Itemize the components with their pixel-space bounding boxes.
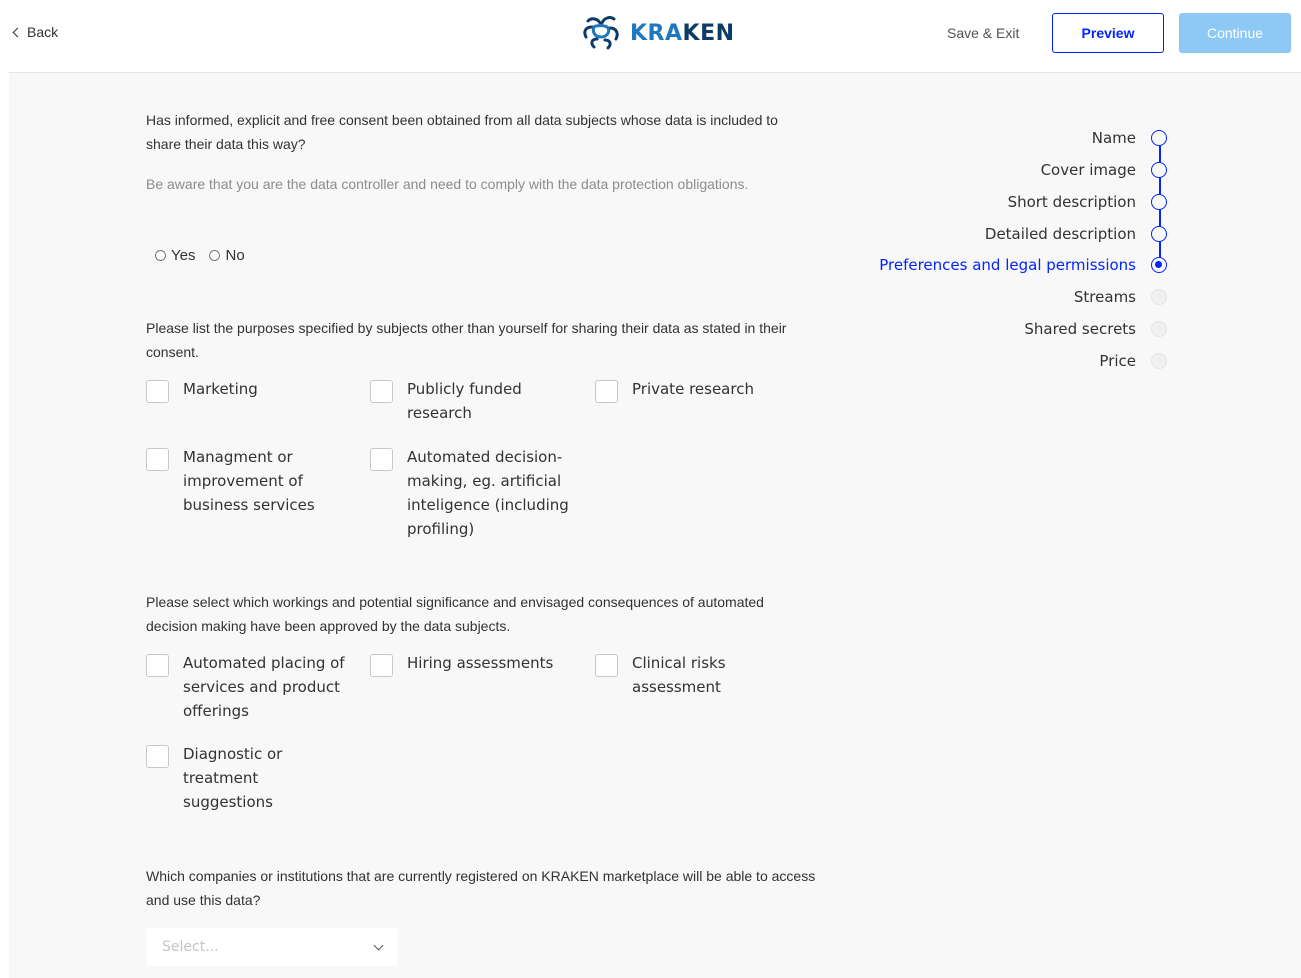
checkbox-marketing[interactable]: Marketing — [146, 380, 346, 403]
back-button[interactable]: Back — [12, 24, 59, 40]
radio-circle-icon — [155, 250, 166, 261]
checkbox-label: Publicly funded research — [407, 380, 522, 422]
checkbox-label: Automated decision-making, eg. artificia… — [407, 448, 569, 538]
step-pending-icon — [1151, 353, 1167, 369]
checkbox-box — [370, 380, 393, 403]
checkbox-hiring-assessments[interactable]: Hiring assessments — [370, 654, 585, 677]
step-active-icon — [1151, 257, 1167, 273]
automated-question: Please select which workings and potenti… — [146, 594, 764, 634]
save-exit-link[interactable]: Save & Exit — [947, 25, 1019, 41]
radio-yes-label: Yes — [171, 247, 196, 264]
kraken-logo: KRAKEN — [580, 13, 735, 53]
checkbox-clinical-risks-assessment[interactable]: Clinical risks assessment — [595, 654, 765, 699]
back-label: Back — [27, 24, 59, 40]
step-name[interactable]: Name — [1092, 129, 1136, 147]
checkbox-private-research[interactable]: Private research — [595, 380, 795, 403]
checkbox-label: Clinical risks assessment — [632, 654, 726, 696]
checkbox-label: Hiring assessments — [407, 654, 554, 672]
radio-no[interactable]: No — [209, 247, 245, 264]
checkbox-management-business-services[interactable]: Managment or improvement of business ser… — [146, 448, 351, 517]
step-cover-image[interactable]: Cover image — [1041, 161, 1136, 179]
select-placeholder: Select... — [162, 939, 219, 955]
radio-yes[interactable]: Yes — [155, 247, 195, 264]
step-streams[interactable]: Streams — [1074, 288, 1136, 306]
checkbox-automated-placing[interactable]: Automated placing of services and produc… — [146, 654, 351, 723]
step-price[interactable]: Price — [1099, 352, 1136, 370]
institutions-select[interactable]: Select... — [146, 928, 398, 966]
checkbox-box — [370, 448, 393, 471]
checkbox-label: Marketing — [183, 380, 258, 398]
consent-hint: Be aware that you are the data controlle… — [146, 176, 749, 192]
checkbox-box — [370, 654, 393, 677]
checkbox-label: Automated placing of services and produc… — [183, 654, 345, 720]
checkbox-label: Private research — [632, 380, 754, 398]
checkbox-box — [595, 654, 618, 677]
checkbox-label: Managment or improvement of business ser… — [183, 448, 315, 514]
logo-wordmark: KRAKEN — [630, 21, 735, 46]
purposes-question: Please list the purposes specified by su… — [146, 320, 787, 360]
checkbox-publicly-funded-research[interactable]: Publicly funded research — [370, 380, 575, 425]
checkbox-diagnostic-treatment[interactable]: Diagnostic or treatment suggestions — [146, 745, 306, 814]
kraken-logo-icon — [583, 16, 619, 50]
preview-button[interactable]: Preview — [1052, 13, 1164, 53]
logo-wordmark-part-a: KRA — [630, 20, 683, 46]
step-pending-icon — [1151, 289, 1167, 305]
checkbox-box — [146, 448, 169, 471]
checkbox-automated-decision-making[interactable]: Automated decision-making, eg. artificia… — [370, 448, 585, 541]
chevron-left-icon — [12, 27, 23, 38]
step-shared-secrets[interactable]: Shared secrets — [1024, 320, 1136, 338]
checkbox-box — [146, 380, 169, 403]
chevron-down-icon — [373, 940, 384, 950]
step-pending-icon — [1151, 321, 1167, 337]
step-done-icon — [1151, 130, 1167, 146]
step-done-icon — [1151, 194, 1167, 210]
consent-question: Has informed, explicit and free consent … — [146, 112, 778, 152]
top-bar: Back KRAKEN Save & Exit Preview Continue — [0, 0, 1301, 72]
step-detailed-description[interactable]: Detailed description — [985, 225, 1136, 243]
radio-circle-icon — [209, 250, 221, 261]
institutions-question: Which companies or institutions that are… — [146, 868, 816, 908]
step-short-description[interactable]: Short description — [1008, 193, 1136, 211]
continue-button[interactable]: Continue — [1179, 13, 1291, 53]
checkbox-box — [146, 654, 169, 677]
checkbox-box — [595, 380, 618, 403]
checkbox-label: Diagnostic or treatment suggestions — [183, 745, 283, 811]
radio-no-label: No — [225, 247, 245, 264]
step-preferences-legal[interactable]: Preferences and legal permissions — [879, 256, 1136, 274]
step-done-icon — [1151, 162, 1167, 178]
consent-radio-group: Yes No — [155, 247, 245, 264]
step-done-icon — [1151, 226, 1167, 242]
checkbox-box — [146, 745, 169, 768]
logo-wordmark-part-b: KEN — [682, 20, 735, 46]
